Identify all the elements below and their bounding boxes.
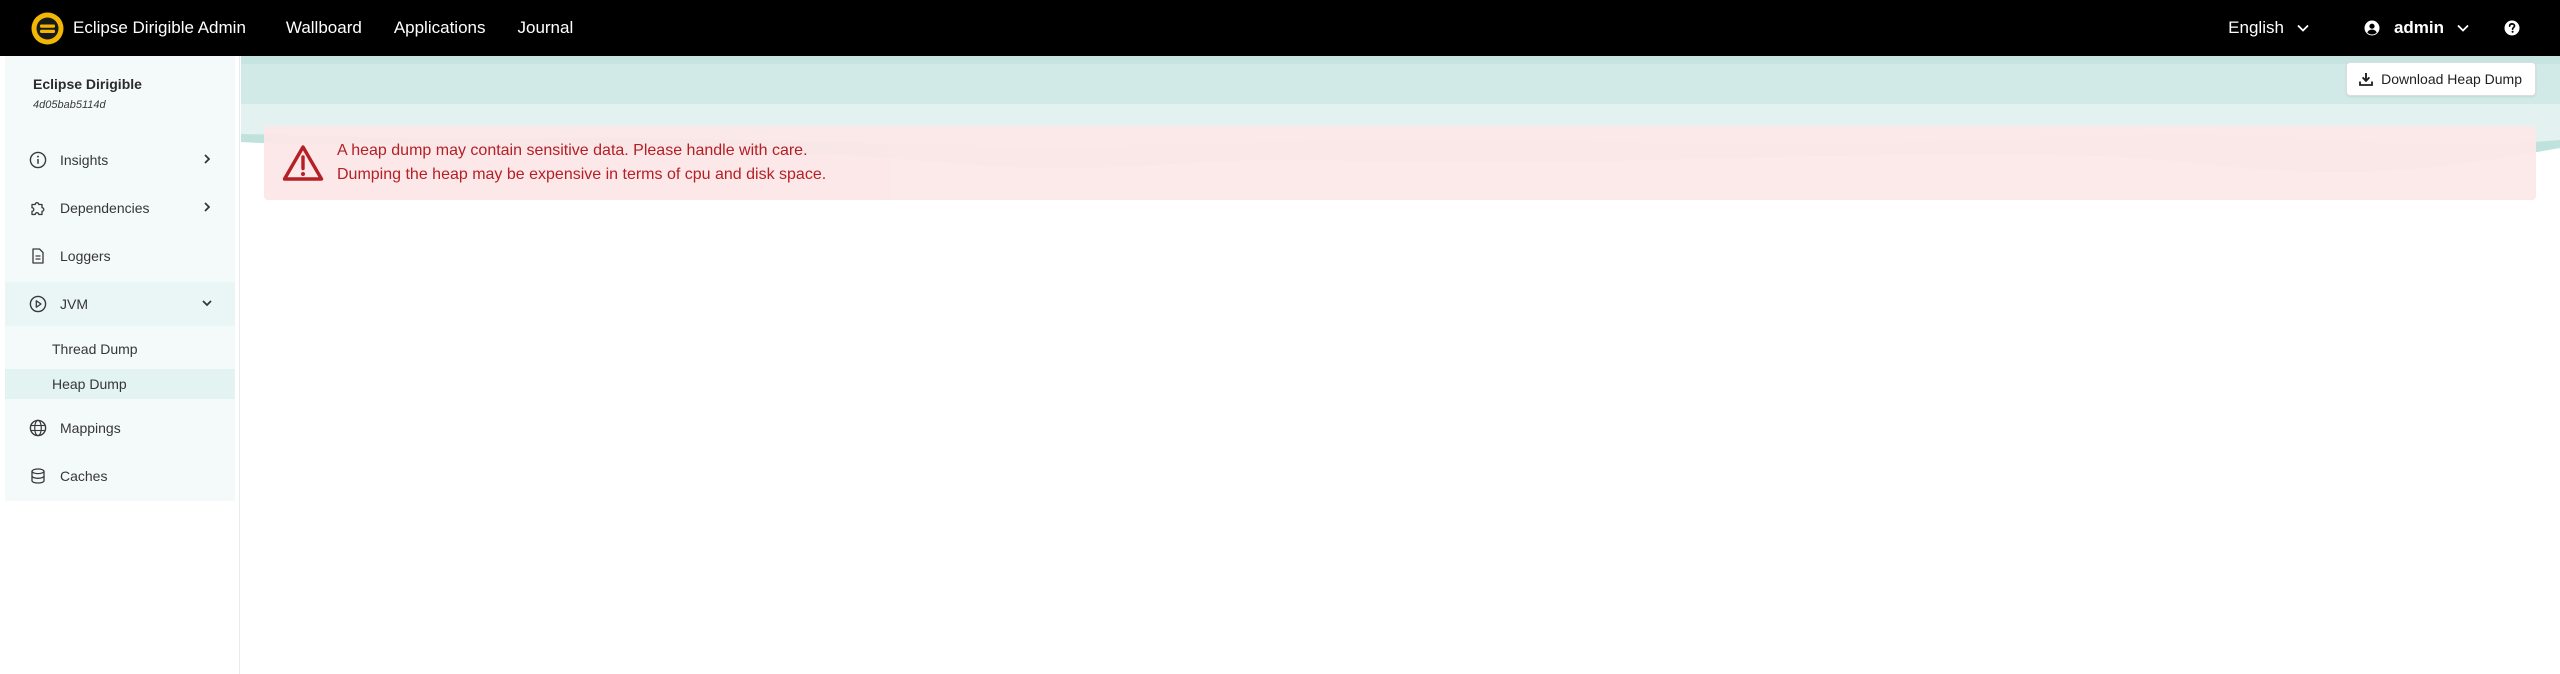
sidebar-item-dependencies[interactable]: Dependencies xyxy=(5,186,235,230)
language-dropdown[interactable]: English xyxy=(2228,0,2310,56)
sidebar-title: Eclipse Dirigible xyxy=(33,76,142,92)
sidebar-subitem-heap-dump[interactable]: Heap Dump xyxy=(5,369,235,399)
sidebar-item-jvm[interactable]: JVM xyxy=(5,282,235,326)
sidebar-item-mappings[interactable]: Mappings xyxy=(5,406,235,450)
sidebar: Eclipse Dirigible 4d05bab5114d Insights … xyxy=(0,56,240,674)
user-dropdown[interactable]: admin xyxy=(2352,0,2470,56)
document-icon xyxy=(28,246,48,266)
alert-line-2: Dumping the heap may be expensive in ter… xyxy=(337,166,827,183)
warning-triangle-icon xyxy=(282,144,324,182)
sidebar-item-insights[interactable]: Insights xyxy=(5,138,235,182)
sidebar-item-label: Caches xyxy=(60,468,108,484)
sidebar-version: 4d05bab5114d xyxy=(33,99,106,111)
dirigible-logo-icon xyxy=(31,12,64,44)
download-icon xyxy=(2359,73,2374,86)
database-icon xyxy=(28,466,48,486)
sidebar-item-label: Loggers xyxy=(60,248,111,264)
user-circle-icon xyxy=(2364,20,2380,36)
play-circle-icon xyxy=(28,294,48,314)
alert-message: A heap dump may contain sensitive data. … xyxy=(337,139,826,187)
sidebar-subitem-label: Heap Dump xyxy=(52,376,127,392)
alert-line-1: A heap dump may contain sensitive data. … xyxy=(337,142,808,159)
sidebar-subitem-thread-dump[interactable]: Thread Dump xyxy=(5,334,235,364)
info-circle-icon xyxy=(28,150,48,170)
brand-title: Eclipse Dirigible Admin xyxy=(73,18,246,37)
chevron-down-icon xyxy=(2457,24,2469,32)
language-label: English xyxy=(2228,18,2284,37)
sidebar-panel: Eclipse Dirigible 4d05bab5114d Insights … xyxy=(5,56,235,501)
globe-icon xyxy=(28,418,48,438)
navbar-right: English admin xyxy=(2228,0,2560,56)
download-button-label: Download Heap Dump xyxy=(2381,71,2522,87)
chevron-right-icon xyxy=(204,154,211,164)
chevron-down-icon xyxy=(202,300,212,307)
sidebar-item-label: Dependencies xyxy=(60,200,150,216)
chevron-down-icon xyxy=(2297,24,2309,32)
user-name: admin xyxy=(2393,18,2444,37)
sidebar-subitem-label: Thread Dump xyxy=(52,341,138,357)
download-heap-dump-button[interactable]: Download Heap Dump xyxy=(2346,62,2536,96)
sidebar-item-label: Mappings xyxy=(60,420,121,436)
chevron-right-icon xyxy=(204,202,211,212)
nav-link-applications[interactable]: Applications xyxy=(378,0,502,56)
main-content: Download Heap Dump A heap dump may conta… xyxy=(241,56,2560,674)
top-navbar: Eclipse Dirigible Admin Wallboard Applic… xyxy=(0,0,2560,56)
sidebar-item-loggers[interactable]: Loggers xyxy=(5,234,235,278)
sidebar-item-label: JVM xyxy=(60,296,88,312)
sidebar-item-caches[interactable]: Caches xyxy=(5,454,235,498)
question-circle-icon[interactable] xyxy=(2504,20,2520,36)
warning-alert: A heap dump may contain sensitive data. … xyxy=(264,126,2536,200)
brand-link[interactable]: Eclipse Dirigible Admin xyxy=(0,0,270,56)
sidebar-item-label: Insights xyxy=(60,152,109,168)
nav-link-wallboard[interactable]: Wallboard xyxy=(270,0,378,56)
puzzle-icon xyxy=(28,198,48,218)
nav-link-journal[interactable]: Journal xyxy=(501,0,589,56)
